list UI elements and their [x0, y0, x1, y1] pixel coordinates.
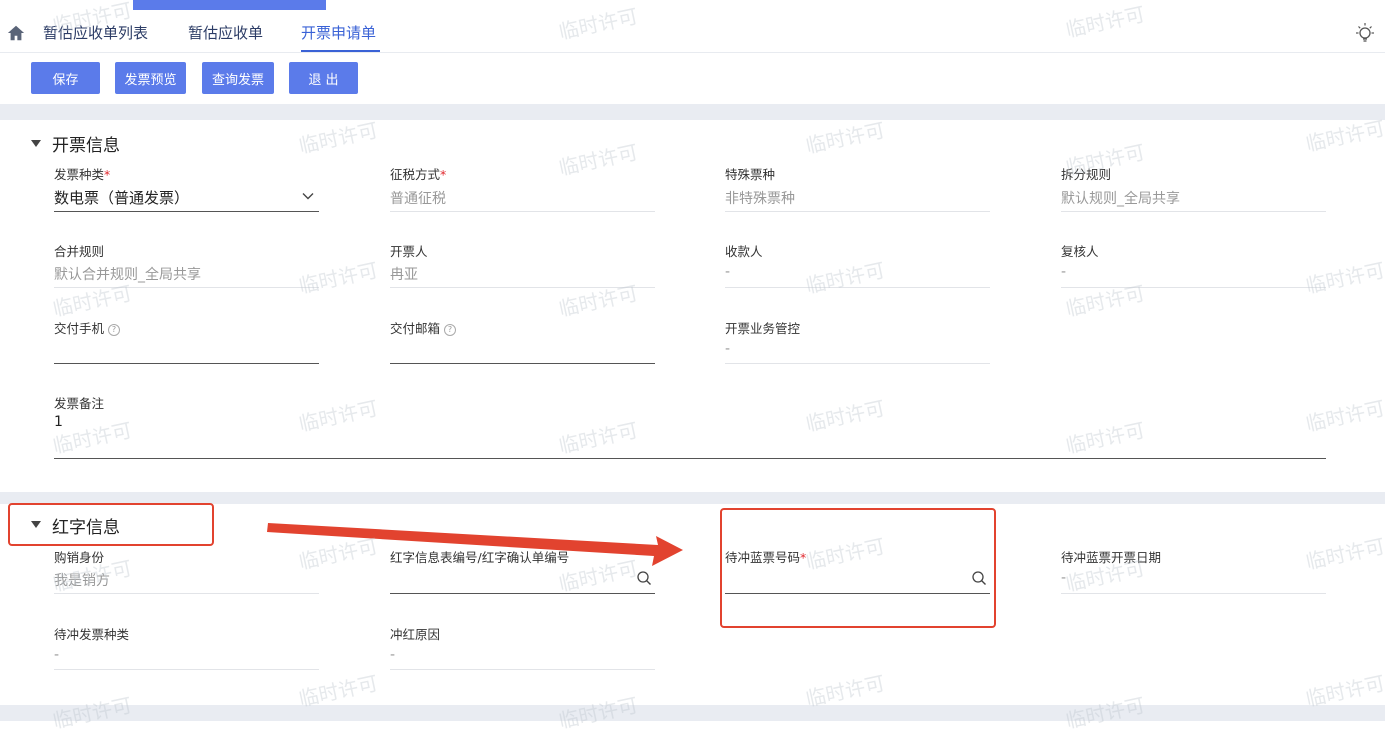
- save-button[interactable]: 保存: [31, 62, 100, 94]
- section-title-invoice-info: 开票信息: [52, 136, 120, 156]
- merge-rule-underline: [54, 287, 319, 288]
- delivery-phone-underline: [54, 363, 319, 364]
- blue-date-value: -: [1061, 570, 1067, 586]
- watermark-text: 临时许可: [803, 395, 887, 437]
- special-ticket-underline: [725, 211, 990, 212]
- payee-label: 收款人: [725, 244, 763, 259]
- reviewer-value: -: [1061, 264, 1067, 280]
- business-control-label: 开票业务管控: [725, 321, 801, 336]
- merge-rule-label: 合并规则: [54, 244, 105, 259]
- watermark-text: 临时许可: [1303, 533, 1385, 575]
- invoice-type-select[interactable]: 数电票（普通发票）: [54, 187, 189, 208]
- tax-method-underline: [390, 211, 655, 212]
- pending-type-underline: [54, 669, 319, 670]
- issuer-value: 冉亚: [390, 267, 418, 283]
- watermark-text: 临时许可: [556, 417, 640, 459]
- payee-value: -: [725, 264, 731, 280]
- tab-bar: 暂估应收单列表 暂估应收单 开票申请单: [0, 14, 1385, 53]
- pending-type-value: -: [54, 647, 60, 663]
- exit-button[interactable]: 退 出: [289, 62, 358, 94]
- remark-label: 发票备注: [54, 396, 105, 411]
- tab-estimate[interactable]: 暂估应收单: [188, 22, 263, 43]
- invoice-type-label: 发票种类*: [54, 167, 111, 182]
- tab-estimate-list[interactable]: 暂估应收单列表: [43, 22, 148, 43]
- delivery-email-label: 交付邮箱?: [390, 318, 457, 337]
- annotation-box: [720, 508, 996, 628]
- watermark-text: 临时许可: [803, 117, 887, 159]
- pending-type-label: 待冲发票种类: [54, 627, 130, 642]
- watermark-text: 临时许可: [1063, 417, 1147, 459]
- special-ticket-value: 非特殊票种: [725, 191, 795, 207]
- delivery-email-underline: [390, 363, 655, 364]
- annotation-box: [8, 503, 214, 546]
- delivery-phone-label: 交付手机?: [54, 318, 121, 337]
- watermark-text: 临时许可: [556, 139, 640, 181]
- invoice-type-underline: [54, 211, 319, 212]
- watermark-text: 临时许可: [296, 117, 380, 159]
- red-no-label: 红字信息表编号/红字确认单编号: [390, 550, 570, 565]
- red-no-underline: [390, 593, 655, 594]
- identity-label: 购销身份: [54, 550, 105, 565]
- watermark-text: 临时许可: [1063, 280, 1147, 322]
- top-strip: [0, 0, 1385, 14]
- business-control-value: -: [725, 341, 731, 357]
- reason-label: 冲红原因: [390, 627, 441, 642]
- reviewer-underline: [1061, 287, 1326, 288]
- split-rule-underline: [1061, 211, 1326, 212]
- active-tab-indicator: [301, 50, 380, 52]
- split-rule-label: 拆分规则: [1061, 167, 1112, 182]
- reason-value: -: [390, 647, 396, 663]
- invoice-preview-button[interactable]: 发票预览: [115, 62, 186, 94]
- watermark-text: 临时许可: [296, 533, 380, 575]
- special-ticket-label: 特殊票种: [725, 167, 776, 182]
- watermark-text: 临时许可: [556, 280, 640, 322]
- merge-rule-value: 默认合并规则_全局共享: [54, 267, 201, 283]
- blue-date-underline: [1061, 593, 1326, 594]
- tax-method-label: 征税方式*: [390, 167, 447, 182]
- chevron-down-icon[interactable]: [302, 192, 314, 200]
- reviewer-label: 复核人: [1061, 244, 1099, 259]
- watermark-text: 临时许可: [1303, 257, 1385, 299]
- search-icon[interactable]: [636, 570, 652, 586]
- watermark-text: 临时许可: [296, 257, 380, 299]
- issuer-label: 开票人: [390, 244, 428, 259]
- blue-date-label: 待冲蓝票开票日期: [1061, 550, 1162, 565]
- remark-input[interactable]: 1: [54, 414, 63, 430]
- reason-underline: [390, 669, 655, 670]
- business-control-underline: [725, 363, 990, 364]
- help-icon[interactable]: ?: [444, 324, 457, 336]
- collapse-triangle-icon[interactable]: [31, 140, 41, 147]
- watermark-text: 临时许可: [296, 395, 380, 437]
- home-icon[interactable]: [7, 24, 25, 42]
- section-divider: [0, 104, 1385, 120]
- issuer-underline: [390, 287, 655, 288]
- section-divider: [0, 705, 1385, 721]
- lightbulb-icon[interactable]: [1354, 22, 1376, 44]
- watermark-text: 临时许可: [803, 257, 887, 299]
- query-invoice-button[interactable]: 查询发票: [202, 62, 274, 94]
- tax-method-value: 普通征税: [390, 191, 446, 207]
- tab-invoice-request[interactable]: 开票申请单: [301, 22, 376, 43]
- identity-underline: [54, 593, 319, 594]
- payee-underline: [725, 287, 990, 288]
- top-accent-bar: [133, 0, 326, 10]
- watermark-text: 临时许可: [1303, 395, 1385, 437]
- split-rule-value: 默认规则_全局共享: [1061, 191, 1180, 207]
- help-icon[interactable]: ?: [108, 324, 121, 336]
- identity-value: 我是销方: [54, 573, 110, 589]
- remark-underline: [54, 458, 1326, 459]
